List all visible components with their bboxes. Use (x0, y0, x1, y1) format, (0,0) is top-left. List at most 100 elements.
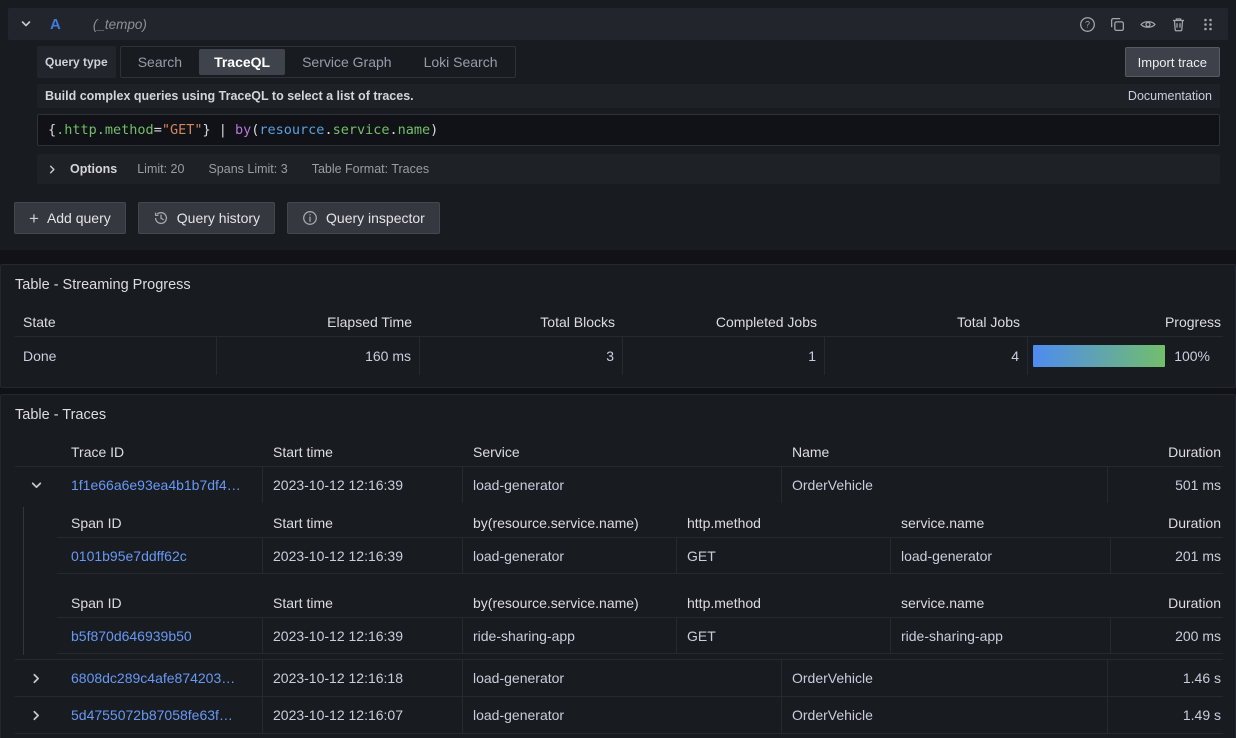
collapse-row-chevron-icon[interactable] (15, 467, 57, 503)
col-header-span-id[interactable]: Span ID (57, 588, 263, 618)
col-header-http-method[interactable]: http.method (677, 508, 891, 538)
indent-guide-line (23, 507, 24, 655)
code-token: } (202, 122, 210, 138)
code-token: { (48, 122, 56, 138)
trace-row: 6808dc289c4afe874203… 2023-10-12 12:16:1… (15, 660, 1223, 696)
explore-toolbar: + Add query Query history Query inspecto… (14, 202, 1222, 234)
cell-start-time: 2023-10-12 12:16:18 (263, 660, 463, 696)
cell-name: OrderVehicle (782, 467, 1108, 503)
cell-start-time: 2023-10-12 12:16:39 (263, 467, 463, 503)
cell-http-method: GET (677, 618, 891, 654)
expand-row-chevron-icon[interactable] (15, 697, 57, 733)
col-header-span-start-time[interactable]: Start time (263, 588, 463, 618)
delete-query-trash-icon[interactable] (1170, 16, 1187, 33)
add-query-button[interactable]: + Add query (14, 202, 126, 234)
col-header-span-duration[interactable]: Duration (1111, 588, 1223, 618)
code-token: = (154, 122, 162, 138)
query-editor-section: A (_tempo) ? Query type Search (0, 0, 1236, 250)
col-header-http-method[interactable]: http.method (677, 588, 891, 618)
col-header-span-duration[interactable]: Duration (1111, 508, 1223, 538)
cell-total-jobs: 4 (825, 337, 1028, 375)
import-trace-button[interactable]: Import trace (1125, 47, 1220, 77)
trace-id-link[interactable]: 1f1e66a6e93ea4b1b7df4… (71, 477, 241, 493)
col-header-duration[interactable]: Duration (1108, 437, 1223, 467)
col-header-span-start-time[interactable]: Start time (263, 508, 463, 538)
cell-service-name: load-generator (891, 538, 1111, 574)
col-header-state[interactable]: State (15, 307, 217, 337)
documentation-link[interactable]: Documentation (1128, 89, 1212, 103)
help-icon[interactable]: ? (1079, 16, 1096, 33)
col-header-span-id[interactable]: Span ID (57, 508, 263, 538)
cell-service: load-generator (463, 697, 782, 733)
col-header-total-blocks[interactable]: Total Blocks (420, 307, 623, 337)
col-header-start-time[interactable]: Start time (263, 437, 463, 467)
cell-progress: 100% (1028, 337, 1223, 375)
traceql-query-input[interactable]: {.http.method="GET"} | by(resource.servi… (37, 114, 1220, 146)
query-type-option-search[interactable]: Search (123, 49, 197, 75)
span-table-header: Span ID Start time by(resource.service.n… (15, 588, 1223, 618)
col-header-progress[interactable]: Progress (1028, 307, 1223, 337)
streaming-table-row: Done 160 ms 3 1 4 100% (15, 337, 1223, 375)
cell-trace-id: 1f1e66a6e93ea4b1b7df4… (57, 467, 263, 503)
expand-row-chevron-icon[interactable] (15, 660, 57, 696)
code-token: service (333, 122, 390, 138)
col-header-by-resource-service-name[interactable]: by(resource.service.name) (463, 588, 677, 618)
drag-handle-icon[interactable] (1200, 16, 1216, 33)
cell-total-blocks: 3 (420, 337, 623, 375)
query-history-label: Query history (177, 210, 260, 226)
col-header-elapsed-time[interactable]: Elapsed Time (217, 307, 420, 337)
span-id-link[interactable]: 0101b95e7ddff62c (71, 548, 187, 564)
trace-id-link[interactable]: 5d4755072b87058fe63f… (71, 707, 233, 723)
hide-response-eye-icon[interactable] (1139, 16, 1157, 33)
span-table: Span ID Start time by(resource.service.n… (15, 508, 1223, 574)
cell-by-resource-service-name: ride-sharing-app (463, 618, 677, 654)
cell-duration: 1.46 s (1108, 660, 1223, 696)
trace-row-group: 1f1e66a6e93ea4b1b7df4… 2023-10-12 12:16:… (15, 467, 1223, 660)
col-header-service[interactable]: Service (463, 437, 782, 467)
query-type-option-traceql[interactable]: TraceQL (199, 49, 285, 75)
query-type-radio-group: Search TraceQL Service Graph Loki Search (120, 46, 516, 78)
query-type-option-service-graph[interactable]: Service Graph (287, 49, 406, 75)
col-header-spacer (15, 508, 57, 538)
cell-span-duration: 200 ms (1111, 618, 1223, 654)
col-header-completed-jobs[interactable]: Completed Jobs (623, 307, 825, 337)
options-collapsible-row[interactable]: Options Limit: 20 Spans Limit: 3 Table F… (37, 154, 1220, 184)
traces-table: Trace ID Start time Service Name Duratio… (15, 437, 1223, 734)
span-row: 0101b95e7ddff62c 2023-10-12 12:16:39 loa… (15, 538, 1223, 574)
query-type-option-loki-search[interactable]: Loki Search (409, 49, 513, 75)
trace-id-link[interactable]: 6808dc289c4afe874203… (71, 670, 235, 686)
duplicate-icon[interactable] (1109, 16, 1126, 33)
expanded-spans-section: Span ID Start time by(resource.service.n… (15, 503, 1223, 659)
span-id-link[interactable]: b5f870d646939b50 (71, 628, 192, 644)
query-inspector-label: Query inspector (326, 210, 425, 226)
traces-table-header: Trace ID Start time Service Name Duratio… (15, 437, 1223, 467)
col-header-by-resource-service-name[interactable]: by(resource.service.name) (463, 508, 677, 538)
cell-duration: 1.49 s (1108, 697, 1223, 733)
cell-completed-jobs: 1 (623, 337, 825, 375)
col-header-total-jobs[interactable]: Total Jobs (825, 307, 1028, 337)
traceql-description: Build complex queries using TraceQL to s… (45, 89, 414, 103)
cell-start-time: 2023-10-12 12:16:07 (263, 697, 463, 733)
col-header-service-name[interactable]: service.name (891, 588, 1111, 618)
cell-duration: 501 ms (1108, 467, 1223, 503)
traceql-description-row: Build complex queries using TraceQL to s… (37, 84, 1220, 108)
trace-row: 5d4755072b87058fe63f… 2023-10-12 12:16:0… (15, 697, 1223, 733)
code-token: . (324, 122, 332, 138)
query-history-button[interactable]: Query history (138, 202, 275, 234)
col-header-spacer (15, 588, 57, 618)
code-token: ) (430, 122, 438, 138)
cell-span-duration: 201 ms (1111, 538, 1223, 574)
col-header-name[interactable]: Name (782, 437, 1108, 467)
col-header-trace-id[interactable]: Trace ID (57, 437, 263, 467)
options-label: Options (70, 162, 117, 176)
trace-row-group: 6808dc289c4afe874203… 2023-10-12 12:16:1… (15, 660, 1223, 697)
col-header-service-name[interactable]: service.name (891, 508, 1111, 538)
collapse-query-chevron-icon[interactable] (20, 18, 32, 30)
code-token: .http.method (56, 122, 154, 138)
cell-elapsed-time: 160 ms (217, 337, 420, 375)
query-ref-id[interactable]: A (50, 16, 61, 33)
cell-span-start-time: 2023-10-12 12:16:39 (263, 538, 463, 574)
query-inspector-button[interactable]: Query inspector (287, 202, 440, 234)
cell-by-resource-service-name: load-generator (463, 538, 677, 574)
add-query-label: Add query (47, 210, 111, 226)
